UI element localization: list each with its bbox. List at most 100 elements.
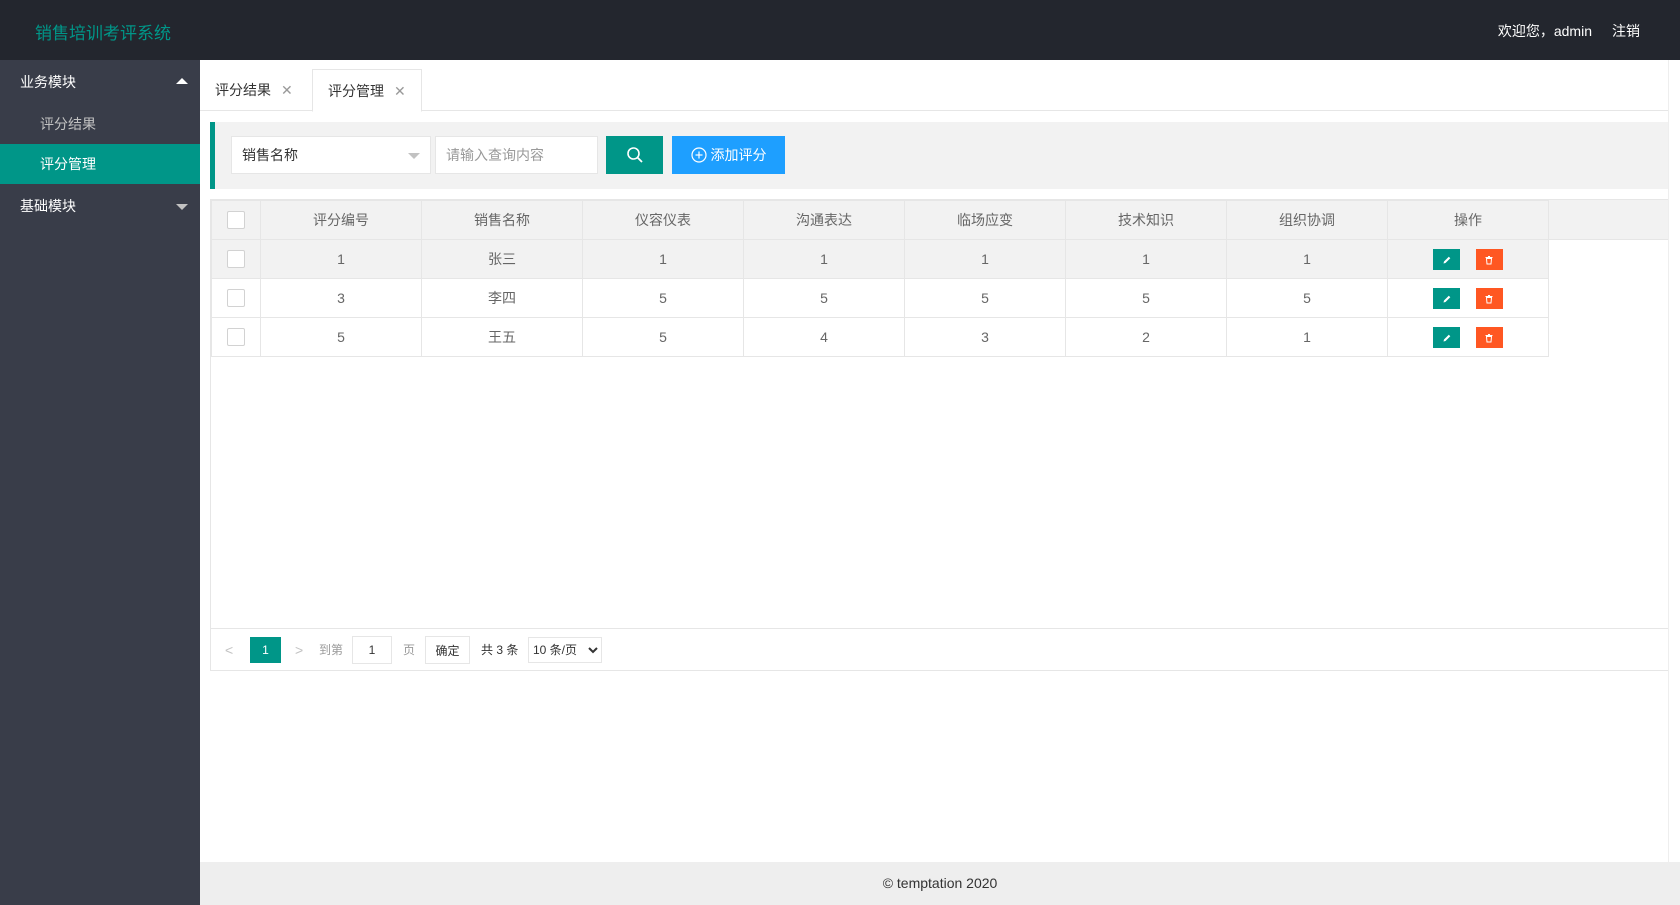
select-all-cell — [211, 200, 261, 240]
row-checkbox[interactable] — [227, 289, 245, 308]
column-header[interactable]: 仪容仪表 — [582, 200, 744, 240]
table-cell: 张三 — [421, 239, 583, 279]
table-cell: 1 — [1226, 239, 1388, 279]
pagination: < 1 > 到第 页 确定 共 3 条 10 条/页 — [211, 628, 1669, 670]
table-cell: 3 — [260, 278, 422, 318]
table-header-row: 评分编号 销售名称 仪容仪表 沟通表达 临场应变 技术知识 组织协调 操作 — [211, 200, 1549, 240]
trash-icon — [1485, 255, 1493, 265]
actions-cell — [1387, 239, 1549, 279]
table-cell: 1 — [743, 239, 905, 279]
goto-label: 到第 — [319, 643, 344, 657]
column-header: 操作 — [1387, 200, 1549, 240]
search-input[interactable] — [435, 136, 598, 174]
search-field-value: 销售名称 — [242, 147, 298, 163]
column-header[interactable]: 评分编号 — [260, 200, 422, 240]
sidebar-item-score-management[interactable]: 评分管理 — [0, 144, 200, 184]
row-select-cell — [211, 317, 261, 357]
table-cell: 王五 — [421, 317, 583, 357]
edit-button[interactable] — [1433, 248, 1461, 270]
column-header[interactable]: 技术知识 — [1065, 200, 1227, 240]
sidebar-group-label: 基础模块 — [20, 198, 76, 214]
delete-button[interactable] — [1475, 248, 1503, 270]
tab-bar: 评分结果 ✕ 评分管理 ✕ — [200, 69, 1680, 112]
row-checkbox[interactable] — [227, 328, 245, 347]
row-checkbox[interactable] — [227, 250, 245, 269]
table-header-fill — [1547, 200, 1669, 240]
table-cell: 4 — [743, 317, 905, 357]
search-icon — [626, 147, 643, 163]
pencil-icon — [1443, 256, 1450, 264]
actions-cell — [1387, 278, 1549, 318]
sidebar-group-business[interactable]: 业务模块 — [0, 60, 200, 104]
prev-page-icon[interactable]: < — [225, 642, 233, 658]
table-cell: 1 — [904, 239, 1066, 279]
trash-icon — [1485, 294, 1493, 304]
goto-page-input[interactable] — [352, 636, 392, 664]
user-area: 欢迎您，admin 注销 — [1498, 21, 1640, 41]
table-cell: 李四 — [421, 278, 583, 318]
chevron-down-icon — [408, 153, 420, 159]
table-cell: 1 — [1065, 239, 1227, 279]
next-page-icon[interactable]: > — [295, 642, 303, 658]
logout-link[interactable]: 注销 — [1612, 21, 1640, 41]
table-cell: 5 — [582, 317, 744, 357]
table-row[interactable]: 1 张三 1 1 1 1 1 — [211, 239, 1549, 279]
sidebar-group-label: 业务模块 — [20, 74, 76, 90]
pencil-icon — [1443, 334, 1450, 342]
tab-score-management[interactable]: 评分管理 ✕ — [312, 69, 422, 112]
table-cell: 3 — [904, 317, 1066, 357]
table-cell: 5 — [260, 317, 422, 357]
scrollbar[interactable] — [1668, 60, 1680, 862]
score-table-panel: 评分编号 销售名称 仪容仪表 沟通表达 临场应变 技术知识 组织协调 操作 1 … — [210, 199, 1670, 671]
table-cell: 1 — [1226, 317, 1388, 357]
tab-label: 评分结果 — [215, 82, 271, 98]
table-cell: 5 — [582, 278, 744, 318]
close-icon[interactable]: ✕ — [394, 83, 406, 99]
table-row[interactable]: 3 李四 5 5 5 5 5 — [211, 278, 1549, 318]
row-select-cell — [211, 278, 261, 318]
table-cell: 1 — [260, 239, 422, 279]
select-all-checkbox[interactable] — [227, 211, 245, 230]
top-header: 销售培训考评系统 欢迎您，admin 注销 — [0, 0, 1680, 60]
app-title: 销售培训考评系统 — [35, 24, 171, 43]
column-header[interactable]: 临场应变 — [904, 200, 1066, 240]
pencil-icon — [1443, 295, 1450, 303]
edit-button[interactable] — [1433, 326, 1461, 348]
plus-circle-icon — [690, 147, 707, 163]
page-size-select[interactable]: 10 条/页 — [528, 637, 602, 663]
search-bar: 销售名称 添加评分 — [210, 122, 1670, 189]
sidebar-group-basic[interactable]: 基础模块 — [0, 184, 200, 228]
welcome-text: 欢迎您，admin — [1497, 23, 1592, 39]
column-header[interactable]: 销售名称 — [421, 200, 583, 240]
caret-down-icon — [176, 204, 188, 210]
total-count: 共 3 条 — [481, 643, 519, 657]
table-cell: 1 — [582, 239, 744, 279]
trash-icon — [1485, 333, 1493, 343]
add-score-label: 添加评分 — [710, 147, 767, 163]
goto-confirm-button[interactable]: 确定 — [425, 636, 470, 664]
page-current[interactable]: 1 — [250, 637, 281, 663]
close-icon[interactable]: ✕ — [281, 82, 293, 98]
table-cell: 5 — [904, 278, 1066, 318]
caret-up-icon — [176, 78, 188, 84]
actions-cell — [1387, 317, 1549, 357]
table-cell: 2 — [1065, 317, 1227, 357]
edit-button[interactable] — [1433, 287, 1461, 309]
search-button[interactable] — [606, 136, 663, 174]
delete-button[interactable] — [1475, 326, 1503, 348]
footer: © temptation 2020 — [200, 862, 1680, 905]
column-header[interactable]: 组织协调 — [1226, 200, 1388, 240]
sidebar-item-score-results[interactable]: 评分结果 — [0, 104, 200, 144]
score-table: 评分编号 销售名称 仪容仪表 沟通表达 临场应变 技术知识 组织协调 操作 1 … — [211, 200, 1549, 357]
tab-score-results[interactable]: 评分结果 ✕ — [200, 69, 308, 111]
sidebar: 业务模块 评分结果 评分管理 基础模块 — [0, 60, 200, 905]
add-score-button[interactable]: 添加评分 — [672, 136, 785, 174]
page-unit-label: 页 — [403, 643, 416, 657]
delete-button[interactable] — [1475, 287, 1503, 309]
table-cell: 5 — [1226, 278, 1388, 318]
search-field-select[interactable]: 销售名称 — [231, 136, 431, 174]
tab-label: 评分管理 — [328, 83, 384, 99]
column-header[interactable]: 沟通表达 — [743, 200, 905, 240]
table-row[interactable]: 5 王五 5 4 3 2 1 — [211, 317, 1549, 357]
table-cell: 5 — [1065, 278, 1227, 318]
